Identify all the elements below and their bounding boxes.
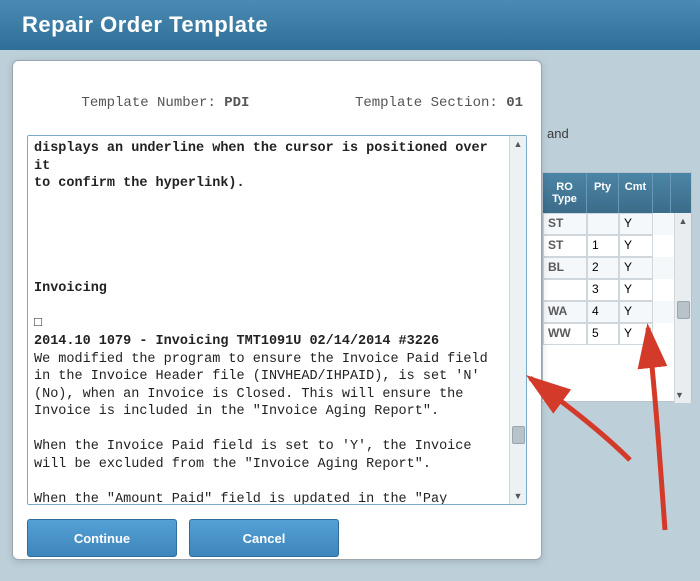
template-section-value: 01 (506, 95, 523, 111)
template-number-value: PDI (224, 95, 249, 111)
dialog-meta: Template Number: PDI Template Section: 0… (27, 73, 527, 135)
cell-rotype[interactable]: WW (543, 323, 587, 345)
table-scroll-thumb[interactable] (677, 301, 690, 319)
table-row[interactable]: WW5Y (543, 323, 691, 345)
ro-table-header: RO Type Pty Cmt (543, 173, 691, 213)
table-scrollbar[interactable]: ▲ ▼ (674, 213, 691, 403)
cell-pty[interactable]: 5 (587, 323, 619, 345)
cell-cmt[interactable]: Y (619, 213, 653, 235)
cell-pty[interactable]: 3 (587, 279, 619, 301)
cell-cmt[interactable]: Y (619, 301, 653, 323)
col-header-rotype[interactable]: RO Type (543, 173, 587, 213)
table-row[interactable]: 3Y (543, 279, 691, 301)
cell-cmt[interactable]: Y (619, 323, 653, 345)
textarea-scroll-up-icon[interactable]: ▲ (510, 136, 526, 152)
cell-pty[interactable] (587, 213, 619, 235)
textarea-scroll-thumb[interactable] (512, 426, 525, 444)
page-header: Repair Order Template (0, 0, 700, 50)
cell-pty[interactable]: 2 (587, 257, 619, 279)
template-dialog: Template Number: PDI Template Section: 0… (12, 60, 542, 560)
table-row[interactable]: ST Y (543, 213, 691, 235)
table-scroll-up-icon[interactable]: ▲ (675, 213, 691, 229)
dialog-buttons: Continue Cancel (27, 519, 527, 557)
dialog-textarea-wrap: displays an underline when the cursor is… (27, 135, 527, 505)
template-section-label: Template Section: (355, 95, 506, 111)
col-header-cmt[interactable]: Cmt (619, 173, 653, 213)
cell-pty[interactable]: 4 (587, 301, 619, 323)
table-row[interactable]: WA4Y (543, 301, 691, 323)
continue-button[interactable]: Continue (27, 519, 177, 557)
ro-table-body: STYST1YBL2Y3YWA4YWW5Y ▲ ▼ (543, 213, 691, 403)
page-title: Repair Order Template (22, 12, 268, 37)
cell-rotype[interactable] (543, 279, 587, 301)
dialog-textarea[interactable]: displays an underline when the cursor is… (28, 136, 526, 504)
table-row[interactable]: ST1Y (543, 235, 691, 257)
cell-rotype[interactable]: ST (543, 235, 587, 257)
cell-pty[interactable]: 1 (587, 235, 619, 257)
cell-rotype[interactable]: ST (543, 213, 587, 235)
table-scroll-down-icon[interactable]: ▼ (675, 387, 684, 403)
cell-cmt[interactable]: Y (619, 257, 653, 279)
cell-rotype[interactable]: BL (543, 257, 587, 279)
cell-cmt[interactable]: Y (619, 235, 653, 257)
col-header-pty[interactable]: Pty (587, 173, 619, 213)
ro-table: RO Type Pty Cmt STYST1YBL2Y3YWA4YWW5Y ▲ … (542, 172, 692, 402)
table-row[interactable]: BL2Y (543, 257, 691, 279)
textarea-scroll-down-icon[interactable]: ▼ (510, 488, 526, 504)
background-text-fragment: and (547, 126, 569, 141)
textarea-scrollbar[interactable]: ▲ ▼ (509, 136, 526, 504)
cell-cmt[interactable]: Y (619, 279, 653, 301)
cell-rotype[interactable]: WA (543, 301, 587, 323)
template-number-label: Template Number: (81, 95, 224, 111)
cancel-button[interactable]: Cancel (189, 519, 339, 557)
